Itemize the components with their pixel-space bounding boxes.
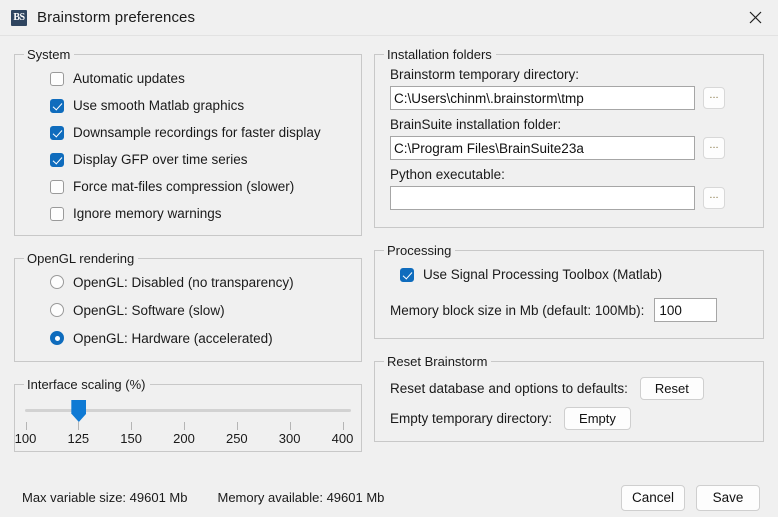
slider-tick-label: 250 (226, 431, 248, 446)
interface-scaling-slider[interactable]: 100125150200250300400 (21, 389, 355, 451)
ellipsis-icon: ... (709, 92, 718, 98)
opengl-rendering-group: OpenGL rendering OpenGL: Disabled (no tr… (14, 258, 362, 362)
slider-tick (26, 422, 27, 430)
brainsuite-install-browse-button[interactable]: ... (703, 137, 725, 159)
radio-opengl-disabled[interactable]: OpenGL: Disabled (no transparency) (25, 268, 351, 296)
reset-brainstorm-group: Reset Brainstorm Reset database and opti… (374, 361, 764, 442)
installation-folders-legend: Installation folders (384, 47, 496, 62)
app-icon-label: BS (11, 10, 27, 26)
slider-tick-label: 400 (332, 431, 354, 446)
system-group-legend: System (24, 47, 74, 62)
memory-available-status: Memory available: 49601 Mb (217, 490, 384, 505)
dialog-footer: Max variable size: 49601 Mb Memory avail… (0, 478, 778, 517)
close-window-button[interactable] (732, 0, 778, 35)
empty-button[interactable]: Empty (564, 407, 631, 430)
brainstorm-temp-dir-row: ... (390, 86, 753, 110)
python-executable-label: Python executable: (390, 167, 753, 182)
window-title: Brainstorm preferences (37, 9, 195, 26)
opengl-group-legend: OpenGL rendering (24, 251, 138, 266)
checkbox-label: Downsample recordings for faster display (73, 125, 321, 140)
system-group: System Automatic updates Use smooth Matl… (14, 54, 362, 236)
brainsuite-install-label: BrainSuite installation folder: (390, 117, 753, 132)
footer-actions: Cancel Save (621, 485, 760, 511)
slider-tick-label: 100 (15, 431, 37, 446)
checkbox-force-mat-files-compression[interactable]: Force mat-files compression (slower) (25, 173, 351, 200)
brainsuite-install-row: ... (390, 136, 753, 160)
left-column: System Automatic updates Use smooth Matl… (14, 36, 362, 452)
installation-folders-group: Installation folders Brainstorm temporar… (374, 54, 764, 228)
slider-tick (131, 422, 132, 430)
brainsuite-install-input[interactable] (390, 136, 695, 160)
slider-tick-labels: 100125150200250300400 (21, 431, 355, 449)
checkbox-unchecked-icon (50, 72, 64, 86)
interface-scaling-group: Interface scaling (%) 100125150200250300… (14, 384, 362, 452)
python-executable-browse-button[interactable]: ... (703, 187, 725, 209)
python-executable-row: ... (390, 186, 753, 210)
slider-tick-label: 300 (279, 431, 301, 446)
brainstorm-temp-dir-input[interactable] (390, 86, 695, 110)
checkbox-label: Automatic updates (73, 71, 185, 86)
checkbox-ignore-memory-warnings[interactable]: Ignore memory warnings (25, 200, 351, 227)
checkbox-use-signal-processing-toolbox[interactable]: Use Signal Processing Toolbox (Matlab) (375, 261, 753, 288)
checkbox-downsample-recordings[interactable]: Downsample recordings for faster display (25, 119, 351, 146)
ellipsis-icon: ... (709, 192, 718, 198)
memory-block-size-input[interactable] (654, 298, 717, 322)
processing-group: Processing Use Signal Processing Toolbox… (374, 250, 764, 339)
memory-block-size-label: Memory block size in Mb (default: 100Mb)… (390, 303, 644, 318)
empty-temp-dir-label: Empty temporary directory: (390, 411, 552, 426)
checkbox-label: Ignore memory warnings (73, 206, 222, 221)
slider-tick (237, 422, 238, 430)
slider-tick (290, 422, 291, 430)
processing-group-legend: Processing (384, 243, 455, 258)
memory-block-size-row: Memory block size in Mb (default: 100Mb)… (390, 298, 753, 322)
checkbox-checked-icon (50, 126, 64, 140)
radio-label: OpenGL: Software (slow) (73, 303, 225, 318)
preferences-content: System Automatic updates Use smooth Matl… (0, 36, 778, 478)
slider-tick (343, 422, 344, 430)
right-column: Installation folders Brainstorm temporar… (374, 36, 764, 442)
brainstorm-temp-dir-label: Brainstorm temporary directory: (390, 67, 753, 82)
python-executable-input[interactable] (390, 186, 695, 210)
checkbox-automatic-updates[interactable]: Automatic updates (25, 65, 351, 92)
checkbox-label: Force mat-files compression (slower) (73, 179, 294, 194)
radio-label: OpenGL: Disabled (no transparency) (73, 275, 294, 290)
empty-temp-dir-row: Empty temporary directory: Empty (390, 407, 753, 430)
slider-tick (78, 422, 79, 430)
slider-tick-label: 200 (173, 431, 195, 446)
radio-selected-icon (50, 331, 64, 345)
checkbox-unchecked-icon (50, 180, 64, 194)
reset-button[interactable]: Reset (640, 377, 704, 400)
radio-unselected-icon (50, 275, 64, 289)
window-title-bar: BS Brainstorm preferences (0, 0, 778, 36)
slider-thumb[interactable] (71, 400, 86, 422)
checkbox-checked-icon (50, 99, 64, 113)
slider-tick-label: 150 (120, 431, 142, 446)
brainstorm-bs-icon: BS (11, 10, 27, 26)
checkbox-use-smooth-matlab-graphics[interactable]: Use smooth Matlab graphics (25, 92, 351, 119)
slider-tick (184, 422, 185, 430)
reset-brainstorm-legend: Reset Brainstorm (384, 354, 491, 369)
brainstorm-temp-dir-browse-button[interactable]: ... (703, 87, 725, 109)
cancel-button[interactable]: Cancel (621, 485, 685, 511)
checkbox-display-gfp-over-time-series[interactable]: Display GFP over time series (25, 146, 351, 173)
max-variable-size-status: Max variable size: 49601 Mb (22, 490, 187, 505)
ellipsis-icon: ... (709, 142, 718, 148)
radio-opengl-hardware[interactable]: OpenGL: Hardware (accelerated) (25, 324, 351, 352)
slider-tick-label: 125 (67, 431, 89, 446)
checkbox-checked-icon (50, 153, 64, 167)
reset-database-row: Reset database and options to defaults: … (390, 377, 753, 400)
save-button[interactable]: Save (696, 485, 760, 511)
checkbox-unchecked-icon (50, 207, 64, 221)
radio-opengl-software[interactable]: OpenGL: Software (slow) (25, 296, 351, 324)
close-icon (749, 11, 762, 24)
radio-unselected-icon (50, 303, 64, 317)
radio-label: OpenGL: Hardware (accelerated) (73, 331, 273, 346)
reset-database-label: Reset database and options to defaults: (390, 381, 628, 396)
checkbox-label: Use smooth Matlab graphics (73, 98, 244, 113)
checkbox-checked-icon (400, 268, 414, 282)
checkbox-label: Use Signal Processing Toolbox (Matlab) (423, 267, 662, 282)
checkbox-label: Display GFP over time series (73, 152, 248, 167)
